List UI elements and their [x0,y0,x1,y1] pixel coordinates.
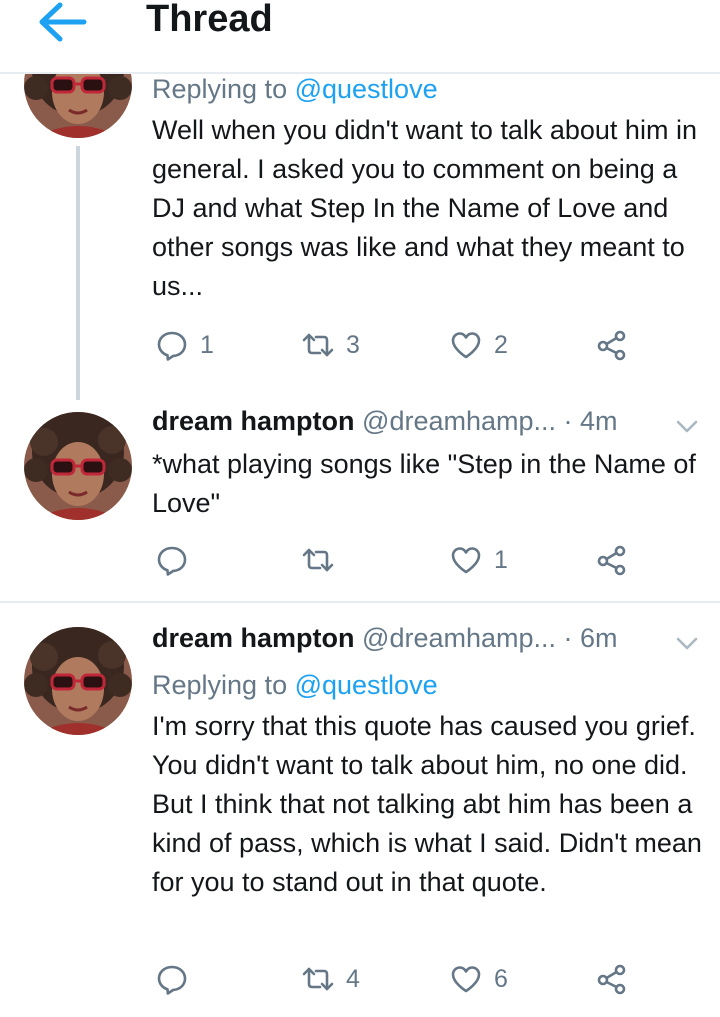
tweet-header: dream hampton @dreamhamp... · 6m [152,623,618,654]
tweet-header: dream hampton @dreamhamp... · 4m [152,406,618,437]
tweet-actions: 4 6 [0,959,720,999]
timestamp[interactable]: · 6m [564,623,618,653]
avatar[interactable] [24,412,132,520]
retweet-icon [302,967,334,991]
back-button[interactable] [38,2,88,42]
retweet-icon [302,333,334,357]
retweet-button[interactable] [302,540,346,580]
tweet-text: *what playing songs like "Step in the Na… [152,449,696,518]
timestamp[interactable]: · 4m [564,406,618,436]
share-button[interactable] [596,540,628,580]
share-button[interactable] [596,325,628,365]
reply-icon [157,331,187,361]
chevron-down-icon[interactable] [676,420,698,434]
tweet-actions: 1 3 2 [0,325,720,365]
share-icon [597,964,626,995]
mention-link[interactable]: @questlove [295,670,438,700]
tweet-2[interactable]: dream hampton @dreamhamp... · 4m *what p… [0,400,720,600]
tweet-text: I'm sorry that this quote has caused you… [152,711,702,897]
retweet-button[interactable]: 4 [302,959,360,999]
like-count: 6 [494,964,508,993]
like-icon [451,966,481,993]
replying-to-label: Replying to [152,74,295,104]
replying-to-line: Replying to @questlove [152,670,438,701]
reply-icon [157,546,187,576]
retweet-count: 3 [346,330,360,359]
like-count: 2 [494,330,508,359]
share-icon [597,330,626,361]
like-icon [451,332,481,359]
reply-button[interactable] [156,540,200,580]
replying-to-line: Replying to @questlove [152,74,438,105]
like-icon [451,547,481,574]
display-name[interactable]: dream hampton [152,406,355,436]
chevron-down-icon[interactable] [676,637,698,651]
share-icon [597,545,626,576]
retweet-count: 4 [346,964,360,993]
user-handle[interactable]: @dreamhamp... [362,406,556,436]
retweet-icon [302,548,334,572]
like-button[interactable]: 6 [450,959,508,999]
like-count: 1 [494,545,508,574]
reply-icon [157,965,187,995]
tweet-text: Well when you didn't want to talk about … [152,115,697,301]
like-button[interactable]: 2 [450,325,508,365]
replying-to-label: Replying to [152,670,295,700]
avatar[interactable] [24,627,132,735]
reply-button[interactable]: 1 [156,325,214,365]
reply-button[interactable] [156,959,200,999]
app-header: Thread [0,0,720,74]
like-button[interactable]: 1 [450,540,508,580]
tweet-actions: 1 [0,540,720,580]
back-arrow-icon [39,2,87,42]
reply-count: 1 [200,330,214,359]
share-button[interactable] [596,959,628,999]
mention-link[interactable]: @questlove [295,74,438,104]
retweet-button[interactable]: 3 [302,325,360,365]
user-handle[interactable]: @dreamhamp... [362,623,556,653]
page-title: Thread [146,0,273,40]
tweet-3[interactable]: dream hampton @dreamhamp... · 6m Replyin… [0,603,720,1017]
display-name[interactable]: dream hampton [152,623,355,653]
